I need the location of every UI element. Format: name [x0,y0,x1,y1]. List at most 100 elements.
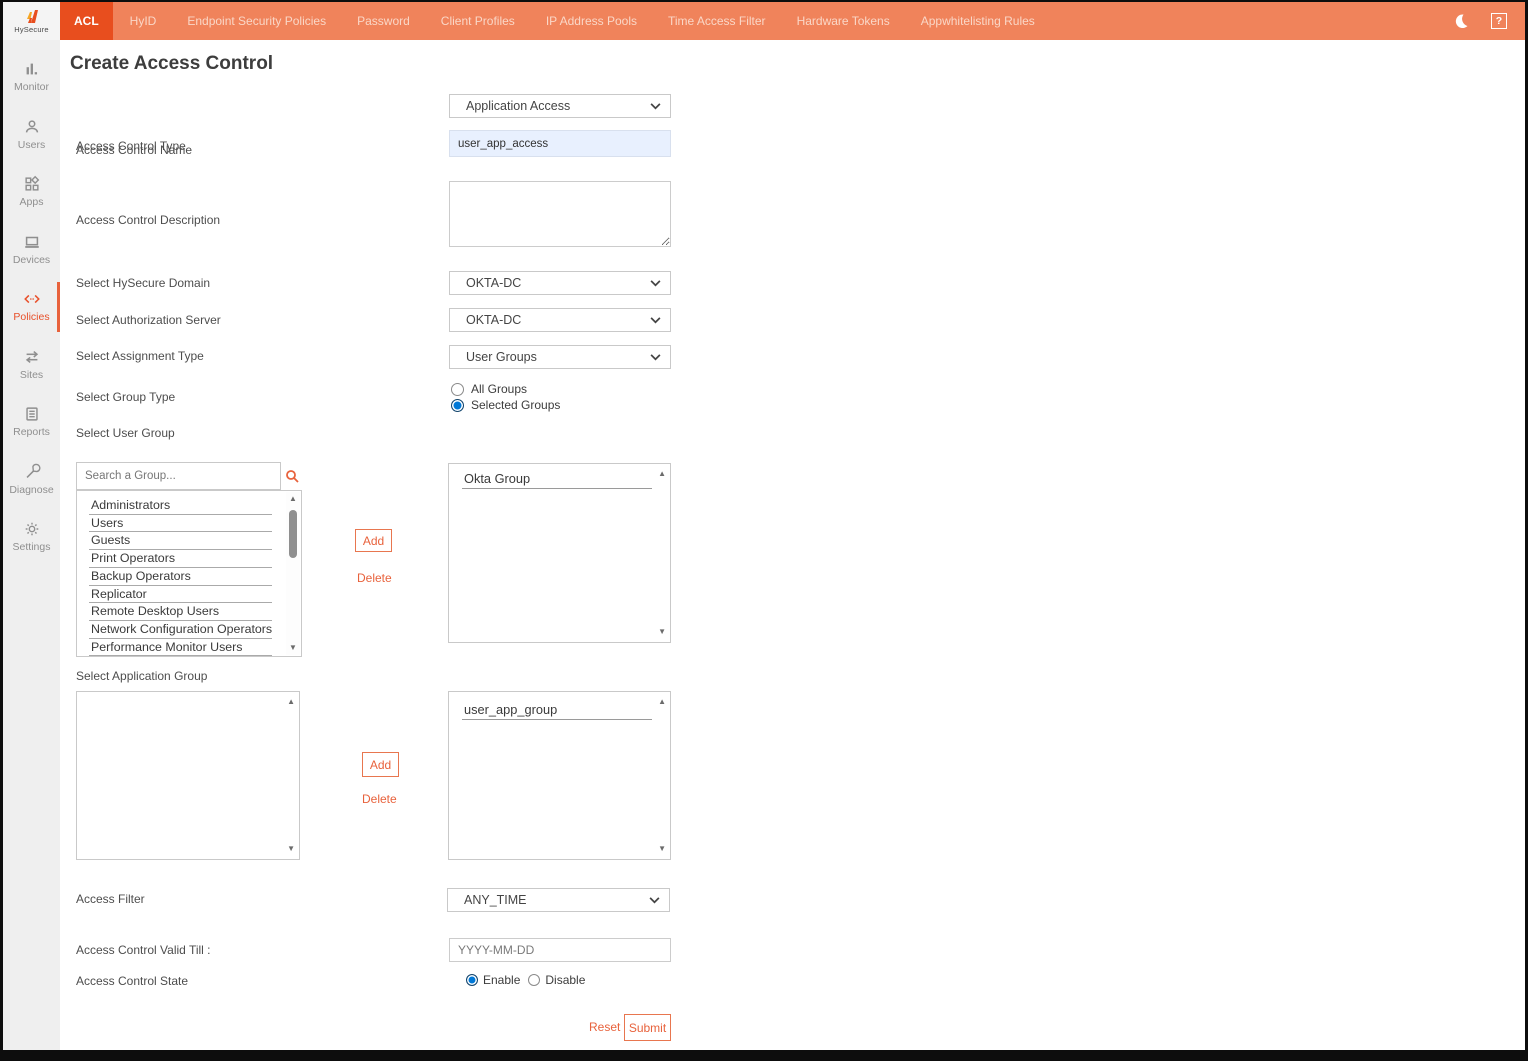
sidebar-item-devices[interactable]: Devices [3,221,60,279]
hysecure-domain-value: OKTA-DC [466,276,650,290]
swap-arrows-icon [23,348,41,366]
hysecure-domain-label: Select HySecure Domain [76,276,210,290]
access-control-type-value: Application Access [466,99,650,113]
scrollbar-thumb[interactable] [289,510,297,558]
radio-all-groups-label: All Groups [471,382,527,396]
sidebar-item-monitor[interactable]: Monitor [3,48,60,106]
radio-icon[interactable] [451,383,464,396]
available-application-groups-list: ▲ ▼ [76,691,300,860]
wrench-icon [23,463,41,481]
chevron-down-icon [650,317,661,324]
tab-password[interactable]: Password [343,2,424,40]
list-item[interactable]: Administrators [89,497,272,515]
brand-name: HySecure [14,25,49,34]
submit-button[interactable]: Submit [624,1014,671,1041]
hysecure-logo-icon [24,9,40,24]
group-type-label: Select Group Type [76,390,175,404]
access-filter-value: ANY_TIME [464,893,649,907]
code-brackets-icon [23,290,41,308]
sidebar-item-users[interactable]: Users [3,106,60,164]
delete-user-group-button[interactable]: Delete [357,571,392,585]
add-user-group-button[interactable]: Add [355,529,392,552]
tab-client-profiles[interactable]: Client Profiles [427,2,529,40]
radio-enable-icon[interactable] [466,974,478,986]
radio-checked-icon[interactable] [451,399,464,412]
tab-bar: ACL HyID Endpoint Security Policies Pass… [60,2,1453,40]
list-item[interactable]: Guests [89,532,272,550]
sidebar-item-sites[interactable]: Sites [3,336,60,394]
list-item[interactable]: user_app_group [462,701,652,720]
hysecure-domain-select[interactable]: OKTA-DC [449,271,671,295]
selected-application-groups-list: user_app_group ▲ ▼ [448,691,671,860]
list-item[interactable]: Print Operators [89,550,272,568]
scroll-down-icon[interactable]: ▼ [289,641,297,655]
scroll-up-icon[interactable]: ▲ [287,695,295,709]
authorization-server-value: OKTA-DC [466,313,650,327]
valid-till-input[interactable] [449,938,671,962]
chevron-down-icon [649,897,660,904]
list-item[interactable]: Remote Desktop Users [89,603,272,621]
tab-endpoint-security-policies[interactable]: Endpoint Security Policies [173,2,340,40]
access-control-state-label: Access Control State [76,974,188,988]
access-control-description-textarea[interactable] [449,181,671,247]
radio-all-groups[interactable]: All Groups [451,382,527,396]
tab-ip-address-pools[interactable]: IP Address Pools [532,2,651,40]
list-item[interactable]: Users [89,515,272,533]
scroll-up-icon[interactable]: ▲ [658,467,666,481]
delete-application-group-button[interactable]: Delete [362,792,397,806]
gear-icon [23,520,41,538]
access-control-name-label: Access Control Name [76,143,192,157]
authorization-server-select[interactable]: OKTA-DC [449,308,671,332]
tab-time-access-filter[interactable]: Time Access Filter [654,2,780,40]
scroll-up-icon[interactable]: ▲ [289,492,297,506]
assignment-type-value: User Groups [466,350,650,364]
list-item[interactable]: Backup Operators [89,568,272,586]
selected-user-groups-list: Okta Group ▲ ▼ [448,463,671,643]
chevron-down-icon [650,280,661,287]
list-item[interactable]: Network Configuration Operators [89,621,272,639]
access-control-name-input[interactable] [449,130,671,157]
add-application-group-button[interactable]: Add [362,752,399,777]
tab-hyid[interactable]: HyID [116,2,171,40]
group-search [76,462,302,490]
list-item[interactable]: Performance Log Users [89,656,272,657]
bar-chart-icon [23,60,41,78]
top-navigation-bar: HySecure ACL HyID Endpoint Security Poli… [3,2,1525,40]
radio-selected-groups-label: Selected Groups [471,398,560,412]
assignment-type-label: Select Assignment Type [76,349,204,363]
tab-appwhitelisting-rules[interactable]: Appwhitelisting Rules [907,2,1049,40]
access-control-type-select[interactable]: Application Access [449,94,671,118]
scroll-down-icon[interactable]: ▼ [658,842,666,856]
list-item[interactable]: Okta Group [462,470,652,489]
authorization-server-label: Select Authorization Server [76,313,221,327]
main-content: Create Access Control Access Control Typ… [60,40,1525,1050]
sidebar-item-policies[interactable]: Policies [3,278,60,336]
sidebar-item-settings[interactable]: Settings [3,508,60,566]
scrollbar[interactable]: ▲ ▼ [286,492,300,655]
dark-mode-icon[interactable] [1453,13,1469,29]
sidebar-item-diagnose[interactable]: Diagnose [3,451,60,509]
brand-logo[interactable]: HySecure [3,2,60,40]
scroll-up-icon[interactable]: ▲ [658,695,666,709]
sidebar-item-apps[interactable]: Apps [3,163,60,221]
list-item[interactable]: Performance Monitor Users [89,639,272,657]
tab-hardware-tokens[interactable]: Hardware Tokens [783,2,904,40]
app-grid-icon [23,175,41,193]
group-search-input[interactable] [76,462,281,490]
chevron-down-icon [650,103,661,110]
tab-acl[interactable]: ACL [60,2,113,40]
scroll-down-icon[interactable]: ▼ [287,842,295,856]
assignment-type-select[interactable]: User Groups [449,345,671,369]
chevron-down-icon [650,354,661,361]
radio-disable-label: Disable [545,973,585,987]
help-icon[interactable]: ? [1491,13,1507,29]
radio-selected-groups[interactable]: Selected Groups [451,398,560,412]
radio-enable-label: Enable [483,973,520,987]
sidebar-item-reports[interactable]: Reports [3,393,60,451]
list-item[interactable]: Replicator [89,586,272,604]
radio-disable-icon[interactable] [528,974,540,986]
scroll-down-icon[interactable]: ▼ [658,625,666,639]
reset-button[interactable]: Reset [589,1020,620,1034]
access-filter-select[interactable]: ANY_TIME [447,888,670,912]
search-icon[interactable] [281,462,302,490]
